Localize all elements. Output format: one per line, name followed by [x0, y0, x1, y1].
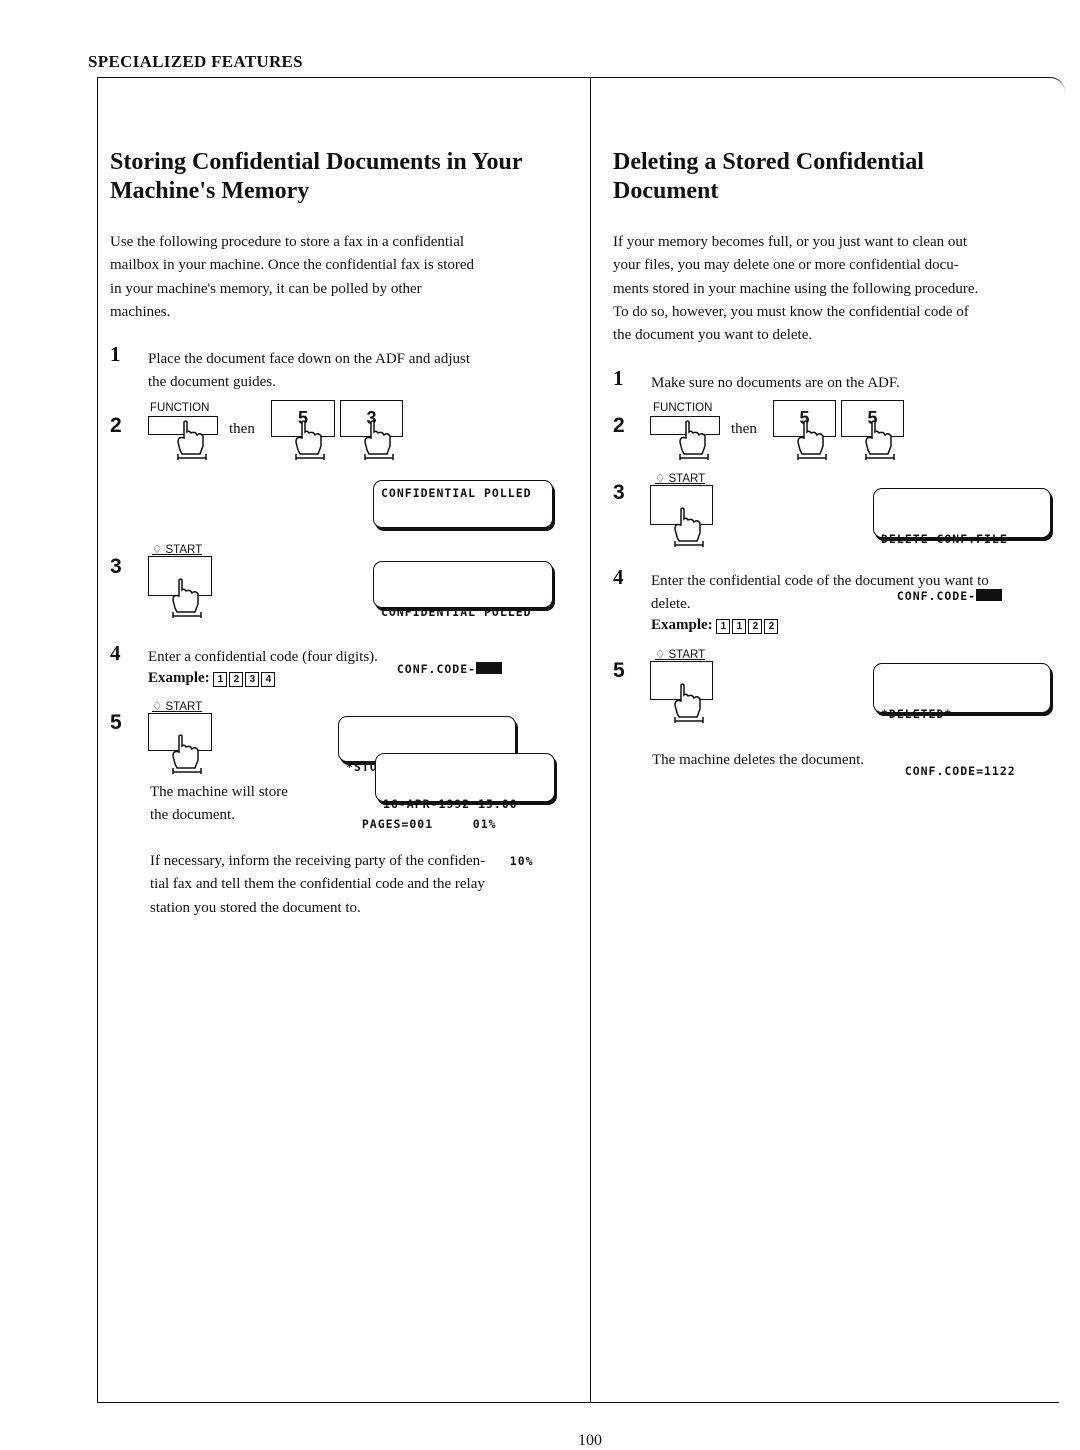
text-line: your files, you may delete one or more c…	[613, 257, 959, 274]
section-header: SPECIALIZED FEATURES	[88, 52, 303, 71]
lcd-line: CONFIDENTIAL POLLED	[381, 605, 532, 619]
lcd-line: DELETE CONF.FILE	[881, 532, 1008, 546]
cursor-block	[476, 662, 503, 674]
lcd-display: *DELETED* CONF.CODE=1122	[873, 663, 1051, 778]
digit-key: 3	[245, 672, 260, 687]
start-key-label: ♢ START	[655, 473, 706, 485]
pressing-hand-icon	[172, 734, 202, 774]
step-number: 3	[613, 481, 625, 504]
divider-top	[97, 77, 1042, 78]
text-line: in your machine's memory, it can be poll…	[110, 280, 422, 297]
then-text: then	[731, 421, 757, 437]
left-title-line2: Machine's Memory	[110, 178, 310, 204]
text-line: mailbox in your machine. Once the confid…	[110, 257, 475, 274]
function-key-label: FUNCTION	[653, 402, 713, 414]
right-title-line1: Deleting a Stored Confidential	[613, 149, 924, 175]
left-intro: Use the following procedure to store a f…	[110, 231, 560, 324]
text-line: the document.	[150, 807, 235, 823]
left-outro: If necessary, inform the receiving party…	[150, 850, 600, 920]
digit-key: 1	[716, 619, 731, 634]
lcd-display: CONFIDENTIAL POLLED	[373, 480, 553, 528]
text-line: station you stored the document to.	[150, 899, 361, 916]
step-text: Place the document face down on the ADF …	[148, 348, 470, 394]
start-key-label: ♢ START	[655, 649, 706, 661]
text-line: the document guides.	[148, 374, 276, 390]
divider-middle	[590, 77, 591, 1402]
pressing-hand-icon	[797, 420, 827, 460]
lcd-line: CONF.CODE=1122	[881, 764, 1016, 778]
lcd-display: 16-APR-1992 15:00 10%	[375, 753, 555, 868]
step-number: 1	[613, 366, 624, 390]
pressing-hand-icon	[172, 578, 202, 618]
right-outro: The machine deletes the document.	[652, 752, 864, 768]
divider-bottom	[97, 1402, 1059, 1403]
pressing-hand-icon	[865, 420, 895, 460]
step-text: Enter a confidential code (four digits).	[148, 649, 378, 665]
manual-page: SPECIALIZED FEATURES Storing Confidentia…	[0, 0, 1080, 1450]
page-number: 100	[578, 1432, 602, 1449]
step-number: 3	[110, 555, 122, 578]
divider-left	[97, 77, 98, 1402]
text-line: To do so, however, you must know the con…	[613, 303, 969, 320]
then-text: then	[229, 421, 255, 437]
function-key-label: FUNCTION	[150, 402, 210, 414]
step-number: 1	[110, 342, 121, 366]
digit-key: 2	[748, 619, 763, 634]
start-key-label: ♢ START	[152, 544, 203, 556]
text-line: the document you want to delete.	[613, 327, 813, 344]
lcd-line: CONF.CODE-	[381, 660, 545, 679]
digit-key: 1	[732, 619, 747, 634]
step-text: The machine will store the document.	[150, 781, 288, 827]
step-number: 2	[613, 414, 625, 437]
lcd-display: CONFIDENTIAL POLLED CONF.CODE-	[373, 561, 553, 676]
start-key-label: ♢ START	[152, 701, 203, 713]
pressing-hand-icon	[295, 420, 325, 460]
lcd-line: *DELETED*	[881, 707, 953, 721]
step-number: 5	[110, 711, 122, 734]
pressing-hand-icon	[679, 420, 709, 460]
right-title-line2: Document	[613, 178, 719, 204]
digit-key: 4	[261, 672, 276, 687]
pressing-hand-icon	[364, 420, 394, 460]
digit-key: 1	[213, 672, 228, 687]
text-line: Enter the confidential code of the docum…	[651, 573, 989, 589]
lcd-line: 16-APR-1992 15:00	[383, 797, 518, 811]
step-number: 4	[613, 565, 624, 589]
text-line: Place the document face down on the ADF …	[148, 351, 471, 367]
text-line: The machine will store	[150, 784, 288, 800]
pressing-hand-icon	[674, 683, 704, 723]
digit-key: 2	[229, 672, 244, 687]
example: Example: 1234	[148, 670, 277, 687]
left-title-line1: Storing Confidential Documents in Your	[110, 149, 523, 175]
pressing-hand-icon	[177, 420, 207, 460]
text-line: Use the following procedure to store a f…	[110, 234, 465, 250]
text-line: tial fax and tell them the confidential …	[150, 876, 485, 893]
step-number: 4	[110, 641, 121, 665]
text-line: If necessary, inform the receiving party…	[150, 853, 486, 869]
left-title: Storing Confidential Documents in Your M…	[110, 148, 522, 206]
digit-key: 2	[764, 619, 779, 634]
text-line: machines.	[110, 303, 171, 320]
right-title: Deleting a Stored Confidential Document	[613, 148, 924, 206]
divider-top-curve	[1020, 77, 1065, 92]
step-text: Enter the confidential code of the docum…	[651, 570, 989, 616]
text-line: If your memory becomes full, or you just…	[613, 234, 968, 250]
lcd-line: CONFIDENTIAL POLLED	[381, 486, 532, 500]
step-number: 5	[613, 659, 625, 682]
pressing-hand-icon	[674, 507, 704, 547]
step-number: 2	[110, 414, 122, 437]
right-intro: If your memory becomes full, or you just…	[613, 231, 1063, 347]
step-text: Make sure no documents are on the ADF.	[651, 375, 900, 391]
text-line: ments stored in your machine using the f…	[613, 280, 979, 297]
text-line: delete.	[651, 596, 691, 612]
example: Example: 1122	[651, 617, 780, 634]
lcd-display: DELETE CONF.FILE CONF.CODE-	[873, 488, 1051, 603]
